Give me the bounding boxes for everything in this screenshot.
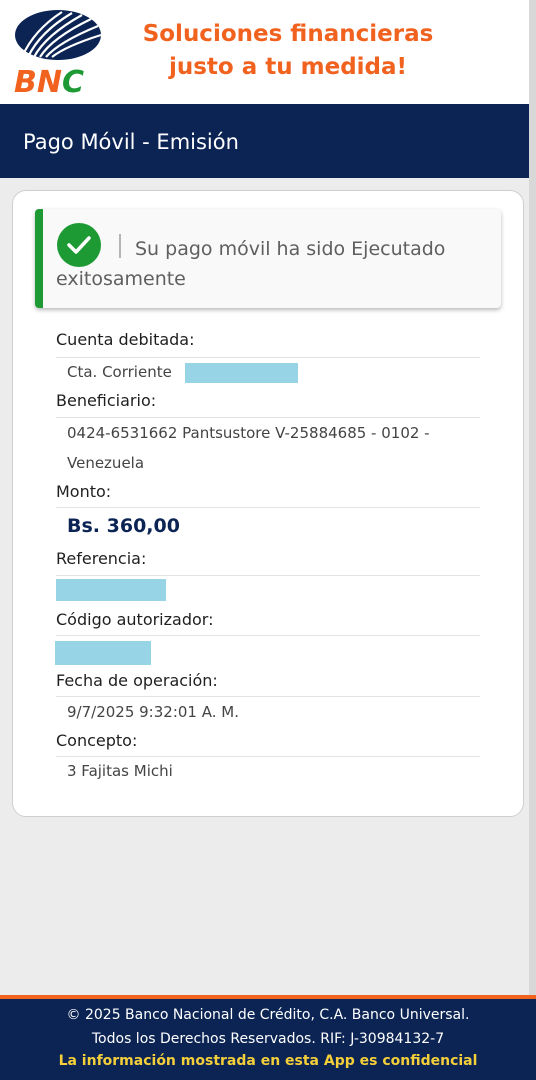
concepto-value: 3 Fajitas Michi xyxy=(67,762,173,780)
app-footer: © 2025 Banco Nacional de Crédito, C.A. B… xyxy=(0,999,536,1080)
footer-copyright: © 2025 Banco Nacional de Crédito, C.A. B… xyxy=(66,1007,470,1023)
cuenta-value: Cta. Corriente xyxy=(67,363,172,381)
footer-rights: Todos los Derechos Reservados. RIF: J-30… xyxy=(91,1031,445,1047)
beneficiario-line-1: 0424-6531662 Pantsustore V-25884685 - 01… xyxy=(67,424,430,442)
concepto-label: Concepto: xyxy=(56,731,138,750)
page-title: Pago Móvil - Emisión xyxy=(23,130,239,154)
footer-confidential-notice: La información mostrada en esta App es c… xyxy=(58,1053,478,1069)
svg-text:C: C xyxy=(62,65,84,96)
header-tagline: Soluciones financieras justo a tu medida… xyxy=(128,18,448,84)
success-alert: Su pago móvil ha sido Ejecutado exitosam… xyxy=(35,209,501,308)
scrollbar[interactable] xyxy=(529,0,536,995)
tagline-line-1: Soluciones financieras xyxy=(142,21,434,47)
beneficiario-label: Beneficiario: xyxy=(56,391,157,410)
divider xyxy=(56,575,480,576)
monto-value: Bs. 360,00 xyxy=(67,515,180,537)
redacted-authorization-code xyxy=(55,641,151,665)
receipt-card: Su pago móvil ha sido Ejecutado exitosam… xyxy=(12,190,524,817)
alert-message: Su pago móvil ha sido Ejecutado exitosam… xyxy=(56,238,446,290)
bnc-logo: BN C xyxy=(12,8,104,100)
cuenta-label: Cuenta debitada: xyxy=(56,330,195,349)
app-header: BN C Soluciones financieras justo a tu m… xyxy=(0,0,536,104)
monto-label: Monto: xyxy=(56,482,112,501)
beneficiario-line-2: Venezuela xyxy=(67,454,145,472)
page-titlebar: Pago Móvil - Emisión xyxy=(0,104,536,178)
redacted-reference xyxy=(56,579,166,601)
referencia-label: Referencia: xyxy=(56,549,147,568)
redacted-account-number xyxy=(185,363,298,383)
divider xyxy=(56,507,480,508)
fecha-label: Fecha de operación: xyxy=(56,671,218,690)
fecha-value: 9/7/2025 9:32:01 A. M. xyxy=(67,703,239,721)
tagline-line-2: justo a tu medida! xyxy=(168,54,408,80)
codigo-label: Código autorizador: xyxy=(56,610,214,629)
svg-text:BN: BN xyxy=(14,65,62,96)
divider xyxy=(56,635,480,636)
